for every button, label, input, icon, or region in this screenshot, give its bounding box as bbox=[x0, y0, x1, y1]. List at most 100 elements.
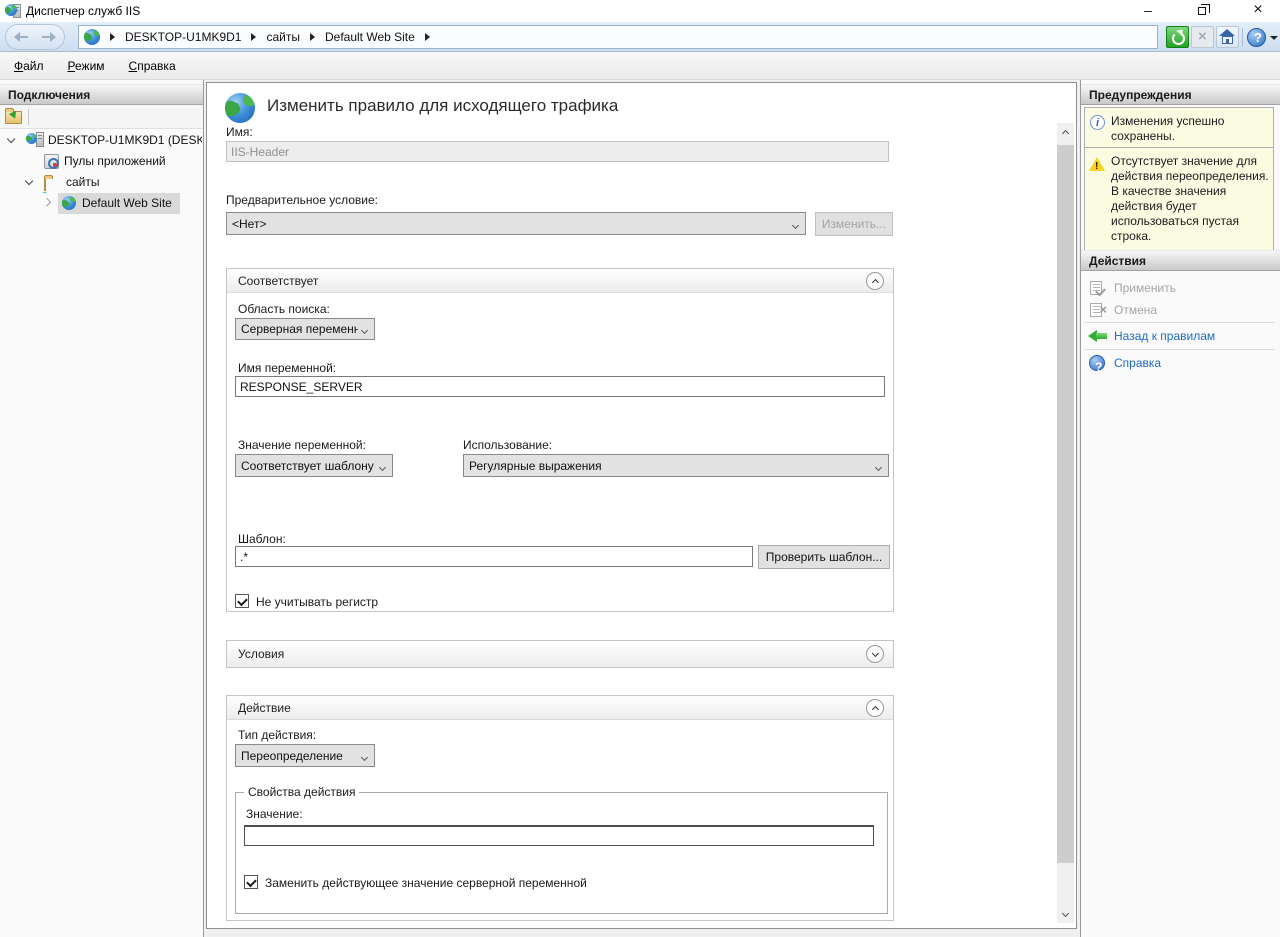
menu-view[interactable]: Режим bbox=[58, 55, 115, 77]
menu-bar: Файл Режим Справка bbox=[0, 52, 1280, 80]
main-area: Изменить правило для исходящего трафика … bbox=[204, 80, 1080, 937]
match-section: Соответствует Область поиска: Серверная … bbox=[226, 268, 894, 612]
help-dropdown-caret-icon[interactable] bbox=[1270, 36, 1278, 40]
variable-value-select[interactable]: Соответствует шаблону bbox=[235, 454, 393, 477]
side-panel: Предупреждения Изменения успешно сохране… bbox=[1080, 80, 1280, 937]
scope-label: Область поиска: bbox=[238, 302, 330, 316]
app-pools-icon bbox=[44, 154, 59, 169]
expander-down-icon[interactable] bbox=[25, 177, 34, 186]
actions-header: Действия bbox=[1081, 250, 1280, 271]
alerts-header: Предупреждения bbox=[1081, 84, 1280, 105]
action-properties-legend: Свойства действия bbox=[244, 785, 359, 799]
tree-item-default-web-site[interactable]: Default Web Site bbox=[0, 193, 202, 214]
tree-item-sites[interactable]: сайты bbox=[0, 172, 202, 193]
collapse-button[interactable] bbox=[866, 272, 884, 290]
help-action[interactable]: Справка bbox=[1081, 352, 1280, 374]
back-icon[interactable] bbox=[14, 32, 28, 42]
chevron-down-icon bbox=[362, 749, 367, 763]
collapse-button[interactable] bbox=[866, 699, 884, 717]
pattern-input[interactable] bbox=[235, 546, 753, 567]
nav-buttons bbox=[5, 24, 65, 50]
usage-label: Использование: bbox=[463, 438, 552, 452]
restore-button[interactable] bbox=[1183, 0, 1223, 22]
scroll-down-icon[interactable] bbox=[1057, 906, 1074, 923]
cancel-icon bbox=[1090, 303, 1102, 317]
action-properties-group: Свойства действия Значение: Заменить дей… bbox=[235, 792, 888, 914]
breadcrumb-item-website[interactable]: Default Web Site bbox=[325, 30, 415, 44]
scroll-up-icon[interactable] bbox=[1057, 123, 1074, 140]
address-bar: DESKTOP-U1MK9D1 сайты Default Web Site bbox=[0, 22, 1280, 52]
tree-item-app-pools[interactable]: Пулы приложений bbox=[0, 151, 202, 172]
scope-select[interactable]: Серверная переменн bbox=[235, 318, 375, 340]
window-title: Диспетчер служб IIS bbox=[26, 4, 140, 18]
cancel-action: Отмена bbox=[1081, 299, 1280, 321]
edit-precondition-button: Изменить... bbox=[815, 212, 893, 236]
minimize-button[interactable] bbox=[1128, 0, 1168, 22]
match-section-title: Соответствует bbox=[238, 274, 318, 288]
precondition-select[interactable]: <Нет> bbox=[226, 212, 806, 235]
tree-item-server[interactable]: DESKTOP-U1MK9D1 (DESKTOP bbox=[0, 130, 202, 151]
menu-file[interactable]: Файл bbox=[4, 55, 54, 77]
replace-value-checkbox[interactable] bbox=[244, 875, 258, 889]
test-pattern-button[interactable]: Проверить шаблон... bbox=[758, 545, 890, 569]
iis-manager-window: Диспетчер служб IIS DESKTOP-U1MK9D1 сайт… bbox=[0, 0, 1280, 937]
breadcrumb-separator-icon bbox=[425, 33, 430, 41]
conditions-section-title: Условия bbox=[238, 647, 284, 661]
action-section-title: Действие bbox=[238, 701, 291, 715]
match-section-header: Соответствует bbox=[227, 269, 893, 293]
conditions-section-header: Условия bbox=[227, 641, 893, 667]
name-label: Имя: bbox=[226, 125, 253, 139]
connections-tree: DESKTOP-U1MK9D1 (DESKTOP Пулы приложений… bbox=[0, 130, 202, 214]
pattern-label: Шаблон: bbox=[238, 532, 286, 546]
chevron-up-icon bbox=[871, 278, 878, 285]
connections-header: Подключения bbox=[0, 84, 203, 105]
breadcrumb-item-sites[interactable]: сайты bbox=[266, 30, 300, 44]
home-icon[interactable] bbox=[1216, 26, 1239, 48]
chevron-down-icon bbox=[871, 649, 878, 656]
page-title: Изменить правило для исходящего трафика bbox=[267, 96, 618, 116]
help-icon[interactable] bbox=[1247, 28, 1266, 47]
menu-help[interactable]: Справка bbox=[119, 55, 186, 77]
action-type-label: Тип действия: bbox=[238, 728, 316, 742]
refresh-icon[interactable] bbox=[1166, 26, 1189, 48]
ignore-case-checkbox[interactable] bbox=[235, 594, 249, 608]
breadcrumb-separator-icon bbox=[110, 33, 115, 41]
title-bar: Диспетчер служб IIS bbox=[0, 0, 1280, 22]
save-connection-icon[interactable] bbox=[5, 111, 22, 124]
back-to-rules-action[interactable]: Назад к правилам bbox=[1081, 325, 1280, 347]
breadcrumb[interactable]: DESKTOP-U1MK9D1 сайты Default Web Site bbox=[78, 25, 1158, 49]
chevron-down-icon bbox=[793, 217, 798, 231]
variable-name-input[interactable] bbox=[235, 376, 885, 397]
warning-text: Отсутствует значение для действия переоп… bbox=[1111, 154, 1269, 243]
conditions-section: Условия bbox=[226, 640, 894, 668]
breadcrumb-separator-icon bbox=[310, 33, 315, 41]
value-input[interactable] bbox=[244, 825, 874, 846]
info-text: Изменения успешно сохранены. bbox=[1111, 114, 1224, 143]
apply-action: Применить bbox=[1081, 277, 1280, 299]
connections-panel: Подключения DESKTOP-U1MK9D1 (DESKTOP Пул… bbox=[0, 80, 204, 937]
action-section-header: Действие bbox=[227, 696, 893, 720]
expander-down-icon[interactable] bbox=[7, 135, 16, 144]
website-globe-icon bbox=[62, 196, 76, 210]
close-button[interactable] bbox=[1238, 0, 1278, 22]
warning-notice: Отсутствует значение для действия переоп… bbox=[1084, 147, 1274, 251]
expander-right-icon[interactable] bbox=[43, 198, 52, 207]
forward-icon[interactable] bbox=[42, 32, 56, 42]
chevron-up-icon bbox=[871, 705, 878, 712]
expand-button[interactable] bbox=[866, 645, 884, 663]
action-type-select[interactable]: Переопределение bbox=[235, 744, 375, 767]
back-arrow-icon bbox=[1088, 330, 1108, 342]
variable-name-label: Имя переменной: bbox=[238, 361, 336, 375]
usage-select[interactable]: Регулярные выражения bbox=[463, 454, 889, 477]
page-globe-icon bbox=[225, 93, 255, 123]
action-section: Действие Тип действия: Переопределение С… bbox=[226, 695, 894, 921]
breadcrumb-item-server[interactable]: DESKTOP-U1MK9D1 bbox=[125, 30, 241, 44]
vertical-scrollbar[interactable] bbox=[1057, 123, 1074, 923]
actions-divider bbox=[1085, 349, 1275, 350]
toolbar-divider bbox=[28, 109, 29, 125]
replace-value-label: Заменить действующее значение серверной … bbox=[265, 876, 587, 890]
scrollbar-thumb[interactable] bbox=[1057, 145, 1074, 863]
value-label: Значение: bbox=[246, 807, 303, 821]
edit-outbound-rule-page: Изменить правило для исходящего трафика … bbox=[206, 82, 1077, 929]
stop-icon bbox=[1191, 26, 1214, 48]
